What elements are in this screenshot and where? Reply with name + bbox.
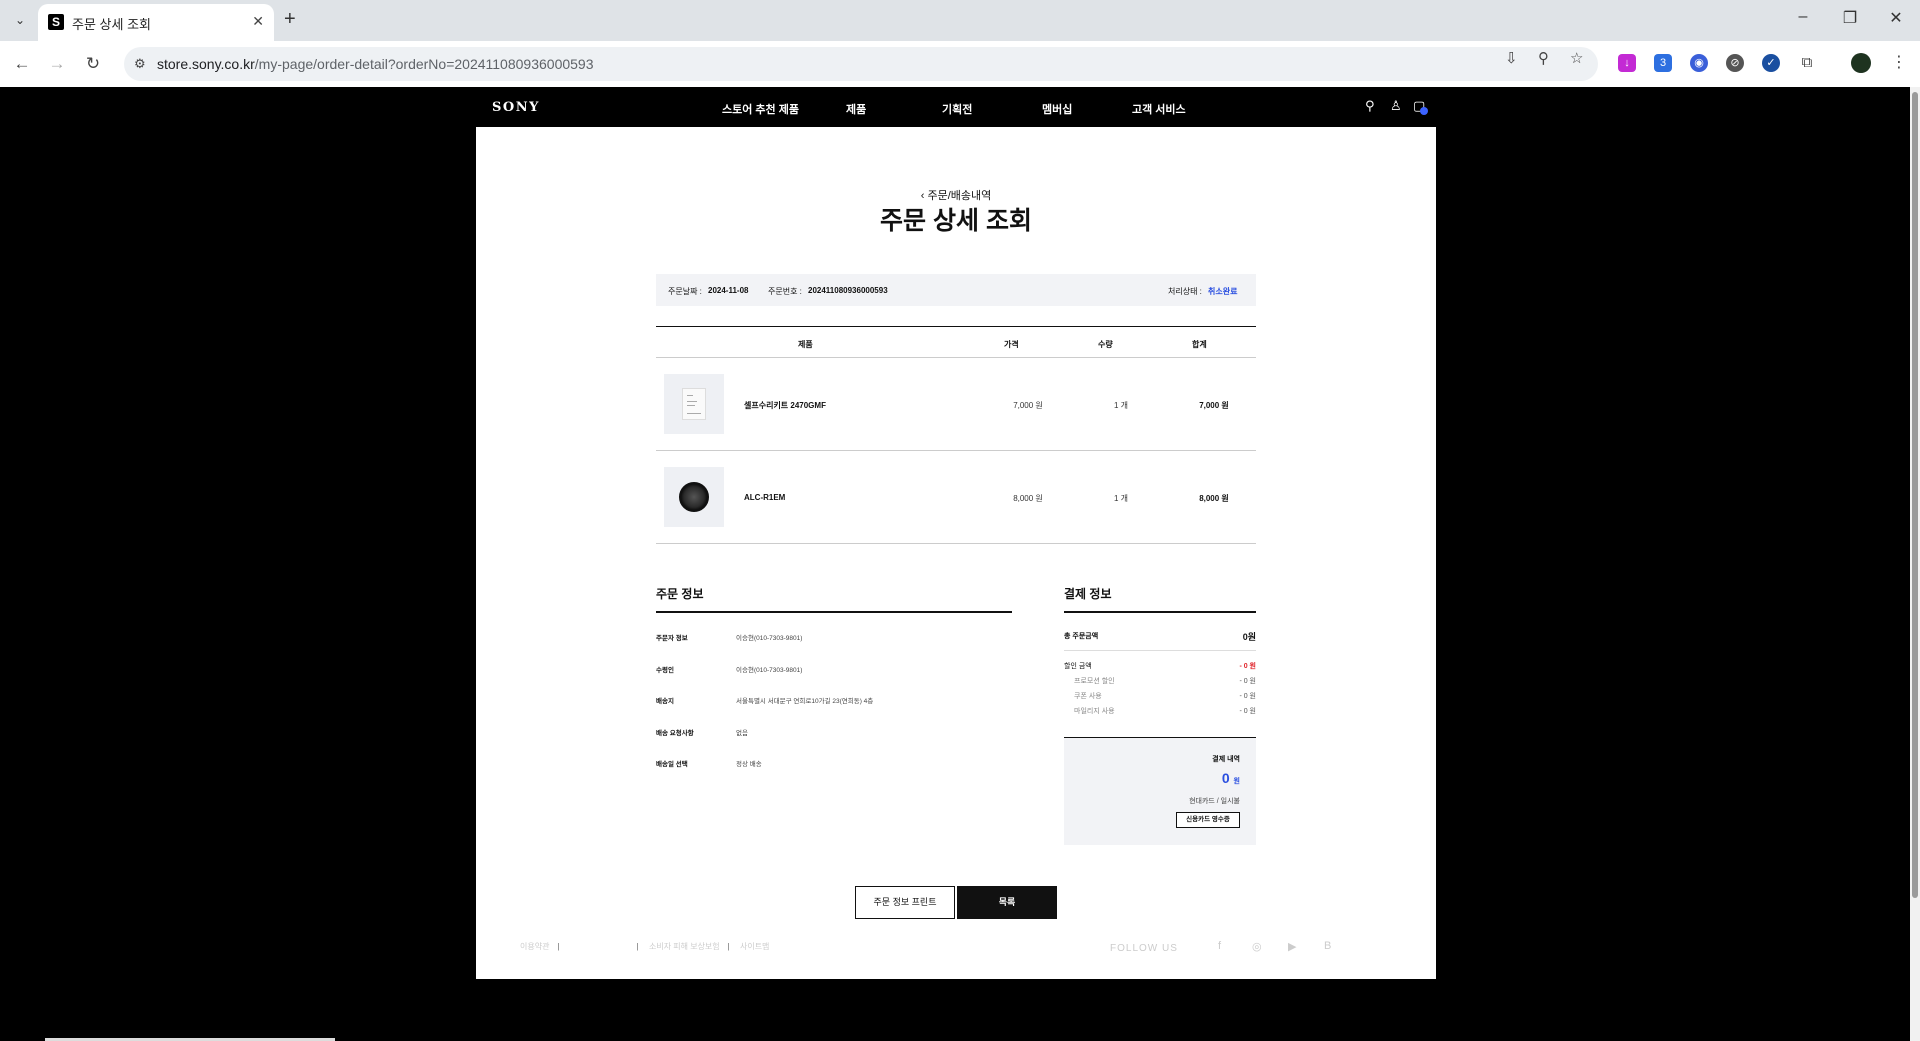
sony-store-page: SONY 스토어 추천 제품 제품 기획전 멤버십 고객 서비스 ⚲ ♙ ▢ ‹…: [0, 87, 1920, 1041]
product-total: 8,000 원: [1199, 494, 1229, 503]
instagram-icon[interactable]: ◎: [1252, 940, 1262, 953]
back-arrow-icon[interactable]: ←: [10, 52, 34, 76]
bookmark-star-icon[interactable]: ☆: [1570, 49, 1583, 67]
order-info-title: 주문 정보: [656, 587, 704, 601]
product-table: 제품 가격 수량 합계 셀프수리키트 2470GMF 7,000 원 1 개 7…: [656, 326, 1256, 544]
paid-amount: 0 원: [1221, 770, 1240, 786]
nav-products[interactable]: 제품: [846, 101, 866, 117]
zoom-icon[interactable]: ⚲: [1538, 49, 1549, 67]
nav-exhibitions[interactable]: 기획전: [942, 101, 972, 117]
product-name[interactable]: 셀프수리키트 2470GMF: [744, 400, 826, 411]
url-text[interactable]: store.sony.co.kr/my-page/order-detail?or…: [157, 56, 594, 72]
order-detail-card: ‹ 주문/배송내역 주문 상세 조회 주문날짜 : 2024-11-08 주문번…: [476, 127, 1436, 979]
product-thumbnail[interactable]: [664, 467, 724, 527]
tab-title: 주문 상세 조회: [72, 17, 151, 32]
footer-links: 이용약관 | 개인정보처리방침 | 소비자 피해 보상보험 | 사이트맵: [520, 942, 770, 951]
payment-info-title: 결제 정보: [1064, 587, 1112, 601]
payment-info-divider: [1064, 611, 1256, 613]
profile-avatar[interactable]: [1851, 53, 1871, 73]
extensions-puzzle-icon[interactable]: ⧉: [1798, 54, 1816, 72]
footer-privacy-link[interactable]: 개인정보처리방침: [570, 942, 629, 951]
youtube-icon[interactable]: ▶: [1288, 940, 1296, 953]
product-name[interactable]: ALC-R1EM: [744, 493, 785, 502]
product-thumbnail[interactable]: [664, 374, 724, 434]
scrollbar-thumb[interactable]: [1912, 92, 1918, 898]
table-row: 셀프수리키트 2470GMF 7,000 원 1 개 7,000 원: [656, 358, 1256, 451]
tab-close-icon[interactable]: ✕: [252, 13, 264, 30]
follow-us-label: FOLLOW US: [1110, 943, 1178, 954]
blog-icon[interactable]: B: [1324, 940, 1331, 952]
col-total: 합계: [1192, 340, 1207, 349]
lens-cap-image: [679, 482, 709, 512]
nav-store-recommended[interactable]: 스토어 추천 제품: [722, 101, 799, 117]
order-status-label: 처리상태 :: [1168, 287, 1202, 296]
table-row: ALC-R1EM 8,000 원 1 개 8,000 원: [656, 451, 1256, 544]
extension-css-icon[interactable]: 3: [1654, 54, 1672, 72]
repair-kit-image: [682, 388, 706, 420]
paid-label: 결제 내역: [1212, 756, 1240, 763]
product-total: 7,000 원: [1199, 401, 1229, 410]
close-window-icon[interactable]: ✕: [1881, 8, 1911, 28]
minimize-icon[interactable]: –: [1788, 8, 1818, 26]
user-icon[interactable]: ♙: [1390, 98, 1402, 114]
order-status-badge: 취소완료: [1208, 287, 1238, 296]
order-summary-bar: 주문날짜 : 2024-11-08 주문번호 : 202411080936000…: [656, 274, 1256, 306]
product-table-header: 제품 가격 수량 합계: [656, 326, 1256, 358]
col-price: 가격: [1004, 340, 1019, 349]
address-bar[interactable]: ⚙ store.sony.co.kr/my-page/order-detail?…: [124, 47, 1598, 81]
extension-check-icon[interactable]: ✓: [1762, 54, 1780, 72]
footer-sitemap-link[interactable]: 사이트맵: [740, 942, 769, 951]
col-product: 제품: [798, 340, 813, 349]
order-number-label: 주문번호 :: [768, 287, 802, 296]
extension-gray-icon[interactable]: ⊘: [1726, 54, 1744, 72]
nav-customer-service[interactable]: 고객 서비스: [1132, 101, 1186, 117]
browser-tab-bar: ⌄ S 주문 상세 조회 ✕ + – ❐ ✕: [0, 0, 1920, 41]
footer-insurance-link[interactable]: 소비자 피해 보상보험: [649, 942, 720, 951]
payment-info-panel: 결제 정보 총 주문금액 0원 할인 금액 - 0 원 프로모션 할인 - 0 …: [1064, 585, 1256, 855]
payment-summary-box: 결제 내역 0 원 현대카드 / 일시불 신용카드 영수증: [1064, 737, 1256, 845]
facebook-icon[interactable]: f: [1218, 940, 1221, 952]
card-receipt-button[interactable]: 신용카드 영수증: [1176, 812, 1240, 828]
print-order-button[interactable]: 주문 정보 프린트: [855, 886, 955, 919]
browser-tab-active[interactable]: S 주문 상세 조회 ✕: [38, 4, 274, 41]
product-price: 8,000 원: [1013, 494, 1043, 503]
col-qty: 수량: [1098, 340, 1113, 349]
cart-badge: [1420, 107, 1428, 115]
site-header: SONY 스토어 추천 제품 제품 기획전 멤버십 고객 서비스 ⚲ ♙ ▢: [476, 87, 1436, 127]
new-tab-icon[interactable]: +: [284, 8, 296, 31]
payment-divider: [1064, 650, 1256, 651]
forward-arrow-icon[interactable]: →: [45, 52, 69, 76]
sony-favicon-icon: S: [48, 14, 64, 30]
nav-membership[interactable]: 멤버십: [1042, 101, 1072, 117]
order-date-value: 2024-11-08: [708, 286, 749, 295]
order-number-value: 202411080936000593: [808, 286, 888, 295]
restore-icon[interactable]: ❐: [1835, 8, 1865, 28]
site-settings-icon[interactable]: ⚙: [134, 56, 146, 72]
product-qty: 1 개: [1113, 401, 1129, 410]
product-qty: 1 개: [1113, 494, 1129, 503]
order-info-divider: [656, 611, 1012, 613]
reload-icon[interactable]: ↻: [81, 52, 105, 76]
install-app-icon[interactable]: ⇩: [1505, 49, 1518, 67]
tab-search-icon[interactable]: ⌄: [10, 10, 30, 30]
browser-menu-icon[interactable]: ⋮: [1891, 52, 1907, 72]
page-title: 주문 상세 조회: [880, 207, 1032, 235]
payment-method: 현대카드 / 일시불: [1189, 798, 1240, 805]
search-icon[interactable]: ⚲: [1365, 98, 1375, 114]
list-button[interactable]: 목록: [957, 886, 1057, 919]
product-price: 7,000 원: [1013, 401, 1043, 410]
extension-blue-icon[interactable]: ◉: [1690, 54, 1708, 72]
order-date-label: 주문날짜 :: [668, 287, 702, 296]
extension-download-icon[interactable]: ↓: [1618, 54, 1636, 72]
sony-logo[interactable]: SONY: [492, 100, 540, 115]
footer-terms-link[interactable]: 이용약관: [520, 942, 549, 951]
